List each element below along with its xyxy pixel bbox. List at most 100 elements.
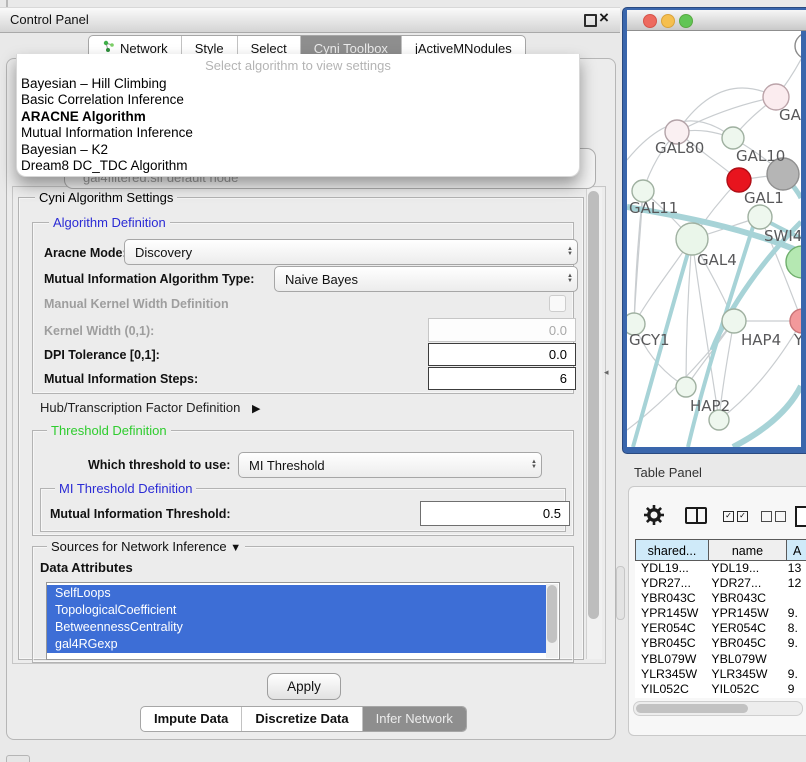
close-icon[interactable]: × bbox=[599, 8, 609, 28]
network-canvas[interactable]: GAL GAL80 GAL10 GAL1 GAL11 SWI4 GAL4 GCY… bbox=[627, 31, 801, 447]
control-panel-titlebar bbox=[0, 7, 620, 33]
column-browser-icon[interactable] bbox=[685, 507, 707, 524]
node-label: SWI4 bbox=[764, 227, 801, 245]
kernel-width-field[interactable]: 0.0 bbox=[428, 318, 576, 342]
dropdown-placeholder: Select algorithm to view settings bbox=[17, 54, 579, 76]
node-gal10[interactable] bbox=[722, 127, 744, 149]
node-hap2[interactable] bbox=[676, 377, 696, 397]
hub-section-toggle[interactable]: Hub/Transcription Factor Definition ▶ bbox=[40, 400, 260, 415]
node-label: GAL4 bbox=[697, 251, 737, 269]
node-label: HAP4 bbox=[741, 331, 781, 349]
expand-down-icon: ▼ bbox=[230, 542, 241, 554]
dropdown-item[interactable]: Mutual Information Inference bbox=[17, 125, 579, 141]
settings-scrollbar-thumb[interactable] bbox=[588, 191, 599, 619]
table-row[interactable]: YBR045CYBR045C9. bbox=[635, 636, 806, 651]
tab-discretize-data[interactable]: Discretize Data bbox=[241, 707, 361, 731]
control-panel-title: Control Panel bbox=[10, 12, 89, 27]
threshold-group-title: Threshold Definition bbox=[47, 423, 171, 438]
mi-steps-label: Mutual Information Steps: bbox=[44, 372, 198, 386]
partial-button[interactable] bbox=[6, 755, 30, 762]
list-item-selected[interactable]: TopologicalCoefficient bbox=[47, 602, 554, 619]
mi-steps-field[interactable]: 6 bbox=[428, 367, 576, 390]
table-row[interactable]: YDL19...YDL19...13 bbox=[635, 561, 806, 576]
mi-type-value: Naive Bayes bbox=[285, 272, 358, 287]
table-row[interactable]: YLR345WYLR345W9. bbox=[635, 667, 806, 682]
dropdown-item[interactable]: Basic Correlation Inference bbox=[17, 92, 579, 108]
column-header-partial[interactable]: A bbox=[786, 539, 806, 561]
mi-threshold-label: Mutual Information Threshold: bbox=[50, 507, 231, 521]
deselect-all-columns-icon[interactable] bbox=[761, 511, 786, 522]
gear-icon[interactable] bbox=[643, 504, 665, 531]
expand-right-icon: ▶ bbox=[252, 403, 260, 415]
tab-infer-network[interactable]: Infer Network bbox=[362, 707, 466, 731]
node-y-partial[interactable] bbox=[790, 309, 801, 333]
manual-kernel-label: Manual Kernel Width Definition bbox=[44, 297, 229, 311]
mi-threshold-field[interactable]: 0.5 bbox=[420, 501, 570, 526]
cyni-settings-group-title: Cyni Algorithm Settings bbox=[35, 190, 177, 205]
dropdown-item[interactable]: Bayesian – K2 bbox=[17, 142, 579, 158]
algorithm-definition-title: Algorithm Definition bbox=[49, 215, 170, 230]
aracne-mode-value: Discovery bbox=[135, 245, 192, 260]
aracne-mode-label: Aracne Mode: bbox=[44, 246, 127, 260]
apply-button[interactable]: Apply bbox=[267, 673, 341, 700]
table-row[interactable]: YIL052CYIL052C9 bbox=[635, 682, 806, 697]
new-table-icon[interactable] bbox=[795, 506, 806, 527]
node-partial[interactable] bbox=[795, 33, 801, 59]
dropdown-item[interactable]: Bayesian – Hill Climbing bbox=[17, 76, 579, 92]
table-hscrollbar-track[interactable] bbox=[633, 701, 803, 716]
screen: Control Panel × Network Style Select Cyn… bbox=[0, 0, 806, 762]
tab-impute-data[interactable]: Impute Data bbox=[141, 707, 241, 731]
network-window-titlebar[interactable] bbox=[627, 10, 806, 31]
minimize-traffic-icon[interactable] bbox=[661, 14, 675, 28]
stepper-arrows-icon: ▲▼ bbox=[567, 240, 573, 264]
close-traffic-icon[interactable] bbox=[643, 14, 657, 28]
list-item-selected[interactable]: gal4RGexp bbox=[47, 636, 554, 653]
hub-section-label: Hub/Transcription Factor Definition bbox=[40, 400, 240, 415]
node-swi4[interactable] bbox=[748, 205, 772, 229]
splitter-collapse-arrow[interactable]: ◂ bbox=[604, 367, 609, 378]
data-attributes-list: SelfLoops TopologicalCoefficient Between… bbox=[46, 582, 560, 660]
select-all-columns-icon[interactable]: ✓ ✓ bbox=[723, 511, 748, 522]
table-row[interactable]: YER054CYER054C8. bbox=[635, 621, 806, 636]
dropdown-item[interactable]: Dream8 DC_TDC Algorithm bbox=[17, 158, 579, 174]
table-row[interactable]: YBR043CYBR043C bbox=[635, 591, 806, 606]
list-item-selected[interactable]: BetweennessCentrality bbox=[47, 619, 554, 636]
column-header-name[interactable]: name bbox=[708, 539, 787, 561]
table-row[interactable]: YPR145WYPR145W9. bbox=[635, 606, 806, 621]
mi-threshold-group-title: MI Threshold Definition bbox=[55, 481, 196, 496]
which-threshold-combo[interactable]: MI Threshold ▲▼ bbox=[238, 452, 542, 478]
table-row[interactable]: YBL079WYBL079W bbox=[635, 652, 806, 667]
table-row[interactable]: YDR27...YDR27...12 bbox=[635, 576, 806, 591]
list-scrollbar-thumb[interactable] bbox=[547, 585, 557, 643]
node-label: GAL10 bbox=[736, 147, 785, 165]
node-green-partial[interactable] bbox=[786, 246, 801, 278]
kernel-width-label: Kernel Width (0,1): bbox=[44, 324, 154, 338]
stepper-arrows-icon: ▲▼ bbox=[531, 453, 537, 477]
dpi-tolerance-field[interactable]: 0.0 bbox=[428, 343, 576, 366]
manual-kernel-checkbox[interactable] bbox=[549, 295, 566, 312]
node-label: Y bbox=[793, 331, 801, 349]
table-body: YDL19...YDL19...13 YDR27...YDR27...12 YB… bbox=[635, 561, 806, 698]
node-label: GAL bbox=[779, 106, 801, 124]
float-window-icon[interactable] bbox=[584, 14, 597, 27]
data-attributes-label: Data Attributes bbox=[40, 560, 133, 575]
aracne-mode-combo[interactable]: Discovery ▲▼ bbox=[124, 239, 578, 265]
network-graph: GAL GAL80 GAL10 GAL1 GAL11 SWI4 GAL4 GCY… bbox=[627, 31, 801, 447]
column-header-shared-name[interactable]: shared... bbox=[635, 539, 709, 561]
bottom-tabs: Impute Data Discretize Data Infer Networ… bbox=[140, 706, 467, 732]
node-label: HAP2 bbox=[690, 397, 730, 415]
mi-type-combo[interactable]: Naive Bayes ▲▼ bbox=[274, 266, 578, 292]
splitter-handle[interactable] bbox=[616, 566, 625, 620]
which-threshold-value: MI Threshold bbox=[249, 458, 325, 473]
divider-tick bbox=[6, 0, 8, 7]
sources-group-title[interactable]: Sources for Network Inference ▼ bbox=[47, 539, 245, 554]
dpi-tolerance-label: DPI Tolerance [0,1]: bbox=[44, 348, 160, 362]
list-item-selected[interactable]: SelfLoops bbox=[47, 585, 554, 602]
node-hap4[interactable] bbox=[722, 309, 746, 333]
mi-type-label: Mutual Information Algorithm Type: bbox=[44, 272, 254, 286]
node-label: GAL1 bbox=[744, 189, 784, 207]
zoom-traffic-icon[interactable] bbox=[679, 14, 693, 28]
table-header: shared... name A bbox=[635, 539, 806, 561]
dropdown-item-selected[interactable]: ARACNE Algorithm bbox=[17, 109, 579, 125]
table-hscrollbar-thumb[interactable] bbox=[636, 704, 748, 713]
